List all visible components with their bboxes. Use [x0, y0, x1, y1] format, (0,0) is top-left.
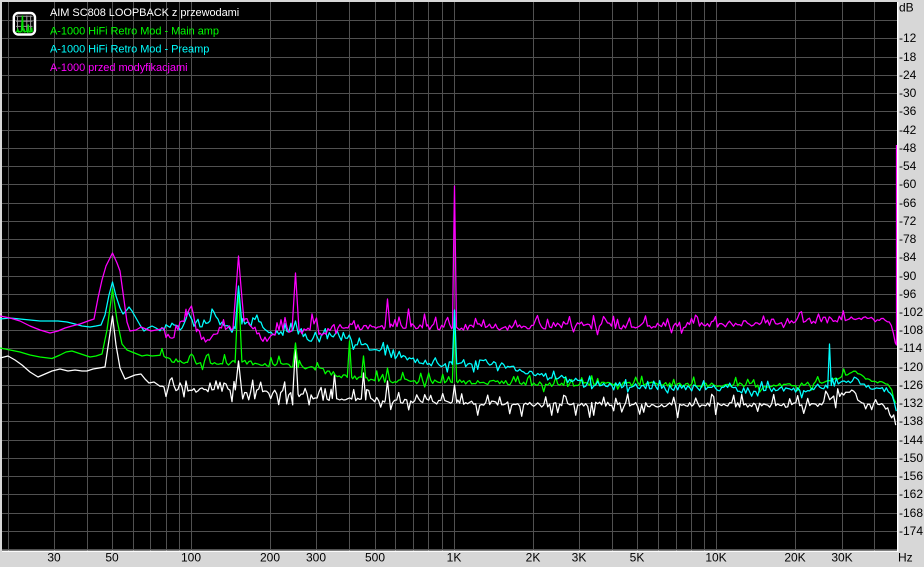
svg-text:dB: dB	[899, 1, 914, 15]
svg-text:-30: -30	[899, 86, 917, 100]
svg-text:3K: 3K	[572, 551, 587, 565]
svg-text:AIM SC808 LOOPBACK z przewodam: AIM SC808 LOOPBACK z przewodami	[50, 7, 239, 19]
svg-text:50: 50	[105, 551, 119, 565]
svg-text:-42: -42	[899, 123, 917, 137]
svg-text:100: 100	[181, 551, 201, 565]
svg-text:2K: 2K	[526, 551, 541, 565]
svg-text:-168: -168	[899, 506, 923, 520]
svg-text:-156: -156	[899, 469, 923, 483]
svg-text:-60: -60	[899, 177, 917, 191]
svg-text:A-1000 przed modyfikacjami: A-1000 przed modyfikacjami	[50, 62, 187, 74]
svg-text:-138: -138	[899, 414, 923, 428]
svg-text:-108: -108	[899, 323, 923, 337]
svg-text:-90: -90	[899, 269, 917, 283]
svg-text:-18: -18	[899, 50, 917, 64]
svg-text:A-1000 HiFi Retro Mod - Preamp: A-1000 HiFi Retro Mod - Preamp	[50, 44, 209, 56]
svg-text:-36: -36	[899, 104, 917, 118]
svg-text:-54: -54	[899, 159, 917, 173]
svg-text:-72: -72	[899, 214, 917, 228]
svg-text:30: 30	[47, 551, 61, 565]
svg-text:-48: -48	[899, 141, 917, 155]
svg-text:-174: -174	[899, 524, 923, 538]
svg-text:-102: -102	[899, 305, 923, 319]
svg-text:200: 200	[260, 551, 280, 565]
svg-text:5K: 5K	[630, 551, 645, 565]
svg-text:A-1000 HiFi Retro Mod - Main a: A-1000 HiFi Retro Mod - Main amp	[50, 25, 219, 37]
svg-text:20K: 20K	[784, 551, 805, 565]
svg-text:500: 500	[365, 551, 385, 565]
svg-text:-78: -78	[899, 232, 917, 246]
svg-text:-114: -114	[899, 341, 922, 355]
svg-text:300: 300	[306, 551, 326, 565]
svg-text:-96: -96	[899, 287, 917, 301]
svg-text:10K: 10K	[705, 551, 726, 565]
svg-text:-120: -120	[899, 360, 923, 374]
svg-text:-150: -150	[899, 451, 923, 465]
svg-text:1K: 1K	[447, 551, 462, 565]
svg-text:-66: -66	[899, 196, 917, 210]
svg-text:-126: -126	[899, 378, 923, 392]
svg-text:30K: 30K	[831, 551, 852, 565]
svg-text:-24: -24	[899, 68, 917, 82]
svg-text:-162: -162	[899, 487, 923, 501]
svg-text:-12: -12	[899, 31, 917, 45]
svg-text:Hz: Hz	[898, 551, 913, 565]
svg-text:-132: -132	[899, 396, 923, 410]
svg-text:-84: -84	[899, 250, 917, 264]
svg-text:-144: -144	[899, 433, 923, 447]
